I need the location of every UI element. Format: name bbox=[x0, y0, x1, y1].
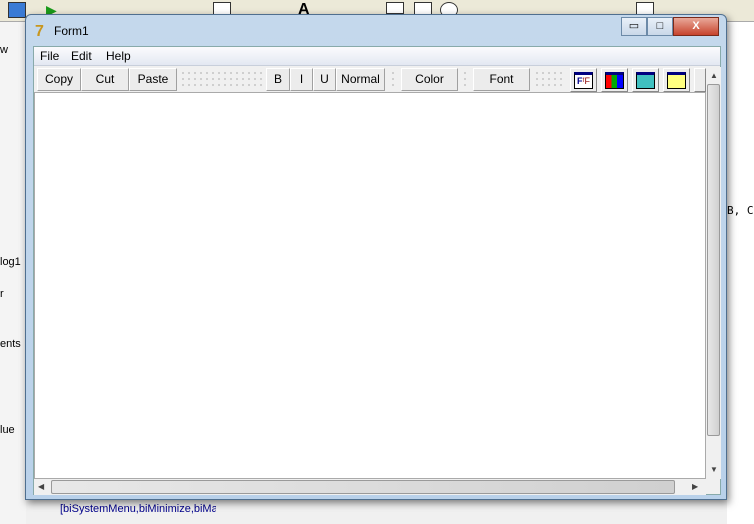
horizontal-scroll-thumb[interactable] bbox=[51, 480, 675, 494]
ide-bottom: [biSystemMenu,biMinimize,biMax bbox=[26, 500, 727, 524]
open-folder-icon bbox=[667, 72, 686, 89]
font-style-icon: FᶠF bbox=[574, 72, 593, 89]
color-dialog-button[interactable] bbox=[601, 68, 628, 92]
color-button[interactable]: Color bbox=[401, 68, 458, 91]
toolbar-separator bbox=[534, 70, 566, 88]
save-button[interactable] bbox=[632, 68, 659, 92]
save-disk-icon bbox=[636, 72, 655, 89]
code-fragment: B, C bbox=[727, 204, 754, 217]
scroll-up-icon[interactable]: ▲ bbox=[710, 71, 718, 80]
font-dialog-button[interactable]: FᶠF bbox=[570, 68, 597, 92]
button-icon[interactable] bbox=[386, 2, 404, 14]
toolbar-separator bbox=[180, 70, 264, 88]
scroll-right-icon[interactable]: ▶ bbox=[692, 482, 698, 491]
horizontal-scrollbar[interactable]: ◀ ▶ bbox=[34, 479, 706, 495]
overflow-button[interactable] bbox=[694, 68, 706, 92]
toolbar-separator bbox=[462, 70, 468, 88]
app-icon: 7 bbox=[35, 23, 44, 40]
ide-label: r bbox=[0, 288, 4, 300]
menu-bar: File Edit Help bbox=[34, 47, 720, 66]
scroll-left-icon[interactable]: ◀ bbox=[38, 482, 44, 491]
ide-left-panel: w log1 r ents lue bbox=[0, 22, 26, 524]
menu-edit[interactable]: Edit bbox=[71, 49, 92, 63]
scroll-down-icon[interactable]: ▼ bbox=[710, 465, 718, 474]
copy-button[interactable]: Copy bbox=[37, 68, 81, 91]
title-bar[interactable]: 7 Form1 ▭ □ X bbox=[26, 15, 726, 45]
underline-button[interactable]: U bbox=[313, 68, 336, 91]
normal-button[interactable]: Normal bbox=[336, 68, 385, 91]
minimize-button[interactable]: ▭ bbox=[621, 17, 647, 36]
menu-help[interactable]: Help bbox=[106, 49, 131, 63]
client-area: File Edit Help Copy Cut Paste B I U Norm… bbox=[33, 46, 721, 495]
bold-button[interactable]: B bbox=[266, 68, 290, 91]
maximize-button[interactable]: □ bbox=[647, 17, 673, 36]
ide-label: w bbox=[0, 44, 8, 56]
font-button[interactable]: Font bbox=[473, 68, 530, 91]
ide-label: lue bbox=[0, 424, 15, 436]
toolbar-separator bbox=[390, 70, 396, 88]
rich-text-editor[interactable] bbox=[34, 92, 706, 479]
ide-label: log1 bbox=[0, 256, 21, 268]
open-button[interactable] bbox=[663, 68, 690, 92]
vertical-scroll-thumb[interactable] bbox=[707, 84, 720, 436]
form1-window: 7 Form1 ▭ □ X File Edit Help Copy Cut Pa… bbox=[25, 14, 727, 500]
menu-file[interactable]: File bbox=[40, 49, 59, 63]
paste-button[interactable]: Paste bbox=[129, 68, 177, 91]
ide-code-editor: B, C bbox=[727, 22, 754, 524]
close-button[interactable]: X bbox=[673, 17, 719, 36]
toolbar: Copy Cut Paste B I U Normal Color Font F… bbox=[34, 67, 706, 92]
cut-button[interactable]: Cut bbox=[81, 68, 129, 91]
color-palette-icon bbox=[605, 72, 624, 89]
vertical-scrollbar[interactable]: ▲ ▼ bbox=[706, 67, 721, 479]
property-value[interactable]: [biSystemMenu,biMinimize,biMax bbox=[60, 503, 216, 515]
window-title: Form1 bbox=[54, 24, 89, 38]
italic-button[interactable]: I bbox=[290, 68, 313, 91]
ide-tab-events[interactable]: ents bbox=[0, 338, 21, 350]
form-icon[interactable] bbox=[8, 2, 26, 18]
